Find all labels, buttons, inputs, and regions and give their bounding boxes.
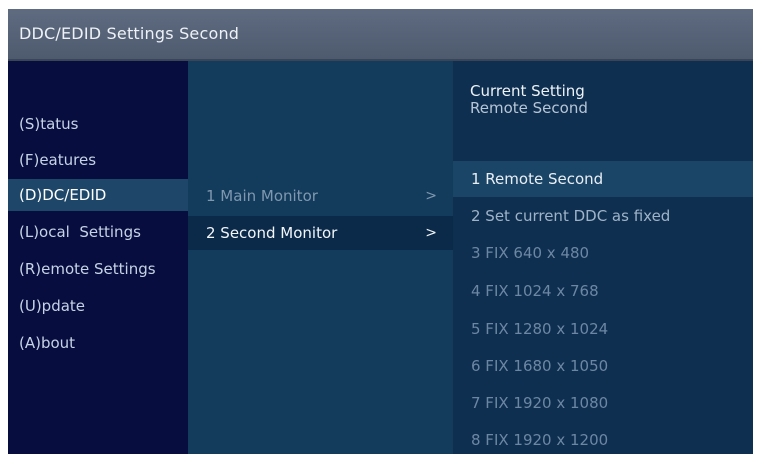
chevron-right-icon: > xyxy=(425,188,437,204)
option-fix-640x480[interactable]: 3 FIX 640 x 480 xyxy=(453,235,753,271)
menu-item-label: (F)eatures xyxy=(19,151,97,169)
option-fix-1680x1050[interactable]: 6 FIX 1680 x 1050 xyxy=(453,348,753,384)
menu-item-local-settings[interactable]: (L)ocal Settings xyxy=(8,216,188,248)
submenu-item-label: 2 Second Monitor xyxy=(206,224,338,242)
title-bar: DDC/EDID Settings Second xyxy=(8,9,753,61)
option-set-current-ddc-fixed[interactable]: 2 Set current DDC as fixed xyxy=(453,198,753,234)
submenu-item-label: 1 Main Monitor xyxy=(206,187,318,205)
option-fix-1920x1200[interactable]: 8 FIX 1920 x 1200 xyxy=(453,422,753,454)
submenu-item-second-monitor[interactable]: 2 Second Monitor > xyxy=(188,216,453,250)
menu-item-status[interactable]: (S)tatus xyxy=(8,108,188,140)
chevron-right-icon: > xyxy=(425,225,437,241)
option-fix-1920x1080[interactable]: 7 FIX 1920 x 1080 xyxy=(453,385,753,421)
current-setting-heading: Current Setting xyxy=(470,82,585,100)
menu-item-label: (D)DC/EDID xyxy=(19,186,107,204)
menu-item-label: (R)emote Settings xyxy=(19,260,156,278)
menu-item-update[interactable]: (U)pdate xyxy=(8,290,188,322)
option-fix-1024x768[interactable]: 4 FIX 1024 x 768 xyxy=(453,273,753,309)
current-setting-value: Remote Second xyxy=(470,99,588,117)
menu-item-label: (A)bout xyxy=(19,334,76,352)
option-fix-1280x1024[interactable]: 5 FIX 1280 x 1024 xyxy=(453,311,753,347)
menu-item-features[interactable]: (F)eatures xyxy=(8,144,188,176)
menu-item-label: (S)tatus xyxy=(19,115,79,133)
options-panel: Current Setting Remote Second 1 Remote S… xyxy=(453,61,753,454)
menu-item-remote-settings[interactable]: (R)emote Settings xyxy=(8,253,188,285)
submenu-item-main-monitor[interactable]: 1 Main Monitor > xyxy=(188,179,453,213)
menu-item-label: (L)ocal Settings xyxy=(19,223,141,241)
menu-item-ddc-edid[interactable]: (D)DC/EDID xyxy=(8,179,188,211)
page-title: DDC/EDID Settings Second xyxy=(19,24,240,43)
option-remote-second[interactable]: 1 Remote Second xyxy=(453,161,753,197)
main-menu: (S)tatus (F)eatures (D)DC/EDID (L)ocal S… xyxy=(8,61,188,454)
menu-item-about[interactable]: (A)bout xyxy=(8,327,188,359)
osd-screen: DDC/EDID Settings Second (S)tatus (F)eat… xyxy=(8,9,753,454)
menu-item-label: (U)pdate xyxy=(19,297,86,315)
submenu: 1 Main Monitor > 2 Second Monitor > xyxy=(188,61,453,454)
